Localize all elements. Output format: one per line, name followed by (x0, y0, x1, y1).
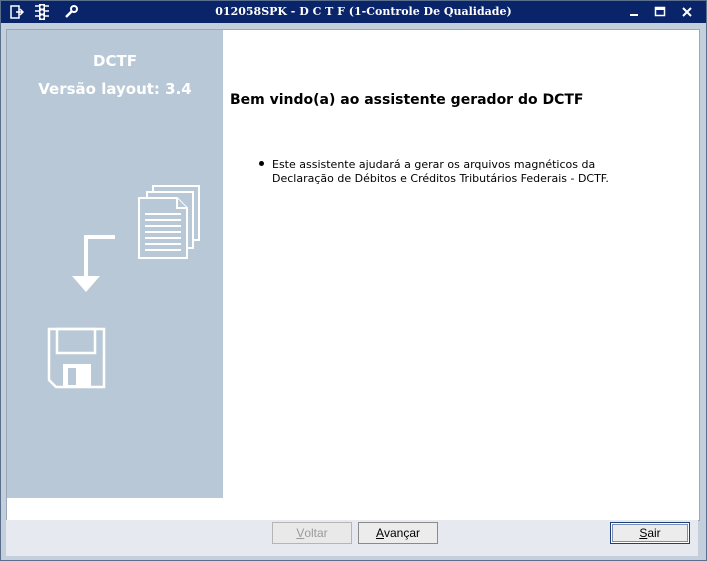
panel-title: DCTF (93, 52, 137, 70)
welcome-heading: Bem vindo(a) ao assistente gerador do DC… (230, 92, 584, 108)
panel-subtitle: Versão layout: 3.4 (38, 80, 192, 98)
documents-icon (138, 185, 200, 259)
maximize-icon[interactable] (652, 4, 668, 20)
wizard-body: DCTF Versão layout: 3.4 Bem vindo(a) ao … (6, 29, 700, 521)
exit-icon[interactable] (9, 4, 25, 20)
close-icon[interactable] (679, 4, 695, 20)
wizard-description: Este assistente ajudará a gerar os arqui… (272, 158, 632, 186)
bullet-icon (259, 161, 264, 166)
back-button-label: oltar (304, 526, 328, 540)
window-title: 012058SPK - D C T F (1-Controle De Quali… (215, 5, 512, 18)
arrow-down-icon (72, 235, 115, 292)
minimize-icon[interactable] (626, 4, 642, 20)
floppy-disk-icon (47, 327, 106, 389)
description-line-1: Este assistente ajudará a gerar os arqui… (272, 158, 596, 171)
description-line-2: Declaração de Débitos e Créditos Tributá… (272, 172, 609, 185)
next-button[interactable]: Avançar (358, 522, 438, 544)
title-bar[interactable]: 012058SPK - D C T F (1-Controle De Quali… (1, 1, 706, 23)
button-bar: Voltar Avançar Sair (6, 520, 698, 556)
back-button-mnemonic: V (296, 526, 305, 540)
exit-button[interactable]: Sair (610, 522, 690, 544)
wrench-icon[interactable] (63, 4, 79, 20)
exit-button-mnemonic: S (639, 526, 648, 540)
back-button[interactable]: Voltar (272, 522, 352, 544)
next-button-mnemonic: A (375, 526, 384, 540)
next-button-label: vançar (383, 526, 421, 540)
traffic-light-icon[interactable] (34, 4, 50, 20)
exit-button-label: air (647, 526, 661, 540)
application-window: 012058SPK - D C T F (1-Controle De Quali… (0, 0, 707, 561)
wizard-side-panel: DCTF Versão layout: 3.4 (7, 30, 223, 498)
